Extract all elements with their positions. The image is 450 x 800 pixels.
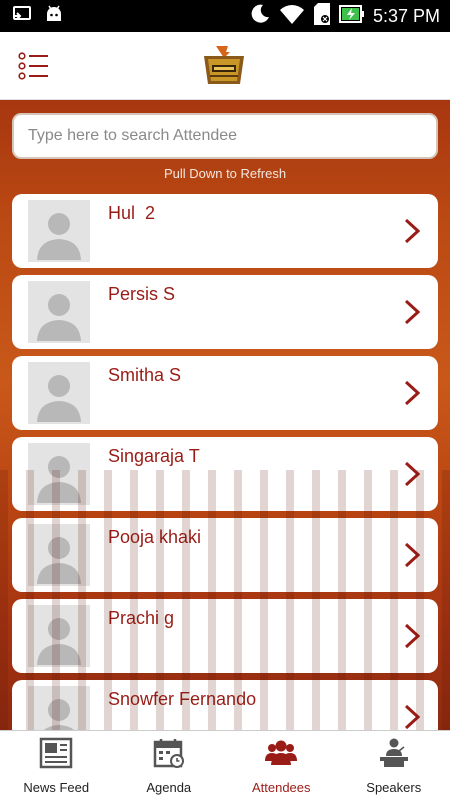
avatar-placeholder-icon	[28, 605, 90, 667]
avatar-placeholder-icon	[28, 686, 90, 730]
search-box[interactable]	[12, 113, 438, 159]
nav-news-feed[interactable]: News Feed	[0, 731, 113, 800]
chevron-right-icon	[404, 704, 421, 730]
bottom-nav: News Feed Agenda Attendees Speakers	[0, 730, 450, 800]
search-input[interactable]	[28, 127, 422, 145]
attendee-name: Snowfer Fernando	[108, 689, 257, 709]
avatar-placeholder-icon	[28, 524, 90, 586]
wifi-icon	[279, 3, 305, 30]
nav-speakers[interactable]: Speakers	[338, 731, 450, 800]
nav-attendees[interactable]: Attendees	[225, 731, 338, 800]
sd-card-icon	[313, 2, 331, 31]
chevron-right-icon	[404, 461, 421, 487]
people-icon	[264, 737, 298, 769]
attendee-card[interactable]: Smitha S	[12, 356, 438, 430]
attendees-screen: Pull Down to Refresh Hul 2 Persis S S	[0, 100, 450, 730]
attendee-name: Persis S	[108, 284, 176, 304]
nav-label: Speakers	[366, 780, 422, 795]
avatar-placeholder-icon	[28, 200, 90, 262]
attendee-name: Singaraja T	[108, 446, 200, 466]
status-bar: 5:37 PM	[0, 0, 450, 32]
avatar-placeholder-icon	[28, 281, 90, 343]
attendee-card[interactable]: Prachi g	[12, 599, 438, 673]
attendee-name: Pooja khaki	[108, 527, 202, 547]
screen-cast-icon	[12, 4, 32, 29]
avatar-placeholder-icon	[28, 443, 90, 505]
list-menu-icon[interactable]	[18, 52, 50, 80]
nav-label: Agenda	[146, 780, 192, 795]
nav-agenda[interactable]: Agenda	[113, 731, 226, 800]
avatar-placeholder-icon	[28, 362, 90, 424]
attendee-name: Smitha S	[108, 365, 182, 385]
chevron-right-icon	[404, 299, 421, 325]
attendee-card[interactable]: Hul 2	[12, 194, 438, 268]
attendee-name: Prachi g	[108, 608, 175, 628]
attendee-card[interactable]: Snowfer Fernando	[12, 680, 438, 730]
calendar-icon	[152, 737, 186, 769]
chevron-right-icon	[404, 623, 421, 649]
attendee-card[interactable]: Pooja khaki	[12, 518, 438, 592]
battery-charging-icon	[338, 4, 365, 29]
chevron-right-icon	[404, 218, 421, 244]
attendee-card[interactable]: Singaraja T	[12, 437, 438, 511]
nav-label: Attendees	[251, 780, 311, 795]
chevron-right-icon	[404, 542, 421, 568]
status-time: 5:37 PM	[372, 5, 440, 26]
speaker-podium-icon	[377, 737, 411, 769]
attendee-card[interactable]: Persis S	[12, 275, 438, 349]
do-not-disturb-icon	[249, 3, 271, 30]
event-logo	[200, 44, 248, 88]
android-icon	[44, 4, 64, 29]
nav-label: News Feed	[23, 780, 90, 795]
attendee-list: Hul 2 Persis S Smitha S Singaraja T Pooj…	[12, 194, 438, 730]
news-feed-icon	[39, 737, 73, 769]
app-header	[0, 32, 450, 100]
chevron-right-icon	[404, 380, 421, 406]
attendee-name: Hul 2	[108, 203, 156, 223]
refresh-hint: Pull Down to Refresh	[163, 166, 287, 181]
